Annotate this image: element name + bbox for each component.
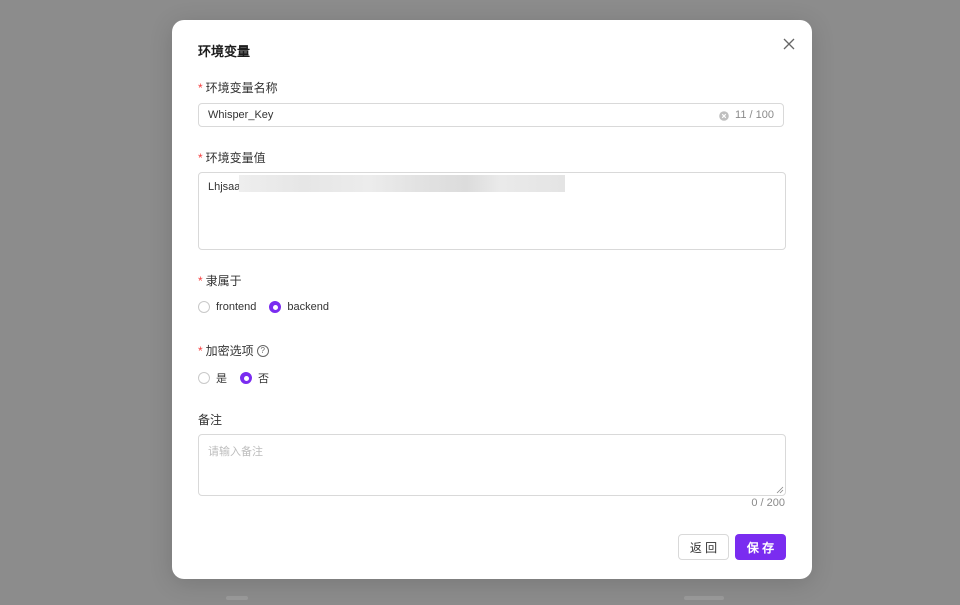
note-label: 备注 [198,413,223,427]
radio-no-label: 否 [258,373,269,385]
belongs-to-label: * 隶属于 [198,272,242,289]
radio-circle [198,372,210,384]
background-text-fragment [684,596,724,600]
name-field-label: * 环境变量名称 [198,79,278,96]
radio-backend[interactable]: backend [269,301,329,313]
required-asterisk: * [198,274,203,288]
note-char-counter: 0 / 200 [751,497,785,509]
radio-yes-label: 是 [216,373,227,385]
close-button[interactable] [779,34,799,54]
encrypt-radio-group: 是 否 [198,370,282,386]
radio-no[interactable]: 否 [240,370,269,386]
clear-icon[interactable] [719,111,729,121]
radio-circle [198,301,210,313]
value-field-label: * 环境变量值 [198,149,266,166]
radio-backend-label: backend [287,301,329,313]
encrypt-label-text: 加密选项 [205,344,254,358]
radio-frontend[interactable]: frontend [198,301,256,313]
encrypt-label: * 加密选项? [198,342,269,359]
belongs-to-radio-group: frontend backend [198,301,342,313]
radio-circle-selected [269,301,282,313]
question-circle-icon[interactable]: ? [256,344,269,357]
required-asterisk: * [198,344,203,358]
required-asterisk: * [198,81,203,95]
close-icon [783,38,795,50]
radio-circle-selected [240,372,252,384]
env-variable-dialog: 环境变量 * 环境变量名称 Whisper_Key 11 / 100 * 环境变量值… [172,20,812,579]
dialog-title: 环境变量 [198,44,251,59]
radio-frontend-label: frontend [216,301,257,313]
save-button[interactable]: 保 存 [735,534,786,560]
redacted-value-blur [239,175,565,192]
value-field-label-text: 环境变量值 [205,151,266,165]
back-button[interactable]: 返 回 [678,534,729,560]
belongs-to-label-text: 隶属于 [205,274,242,288]
resize-handle-icon[interactable] [776,486,784,494]
note-placeholder: 请输入备注 [208,446,263,458]
name-field-label-text: 环境变量名称 [205,81,278,95]
required-asterisk: * [198,151,203,165]
background-text-fragment [226,596,248,600]
value-textarea[interactable]: Lhjsaal [198,172,786,250]
note-textarea[interactable]: 请输入备注 [198,434,786,496]
name-input-value: Whisper_Key [208,109,274,121]
value-textarea-value: Lhjsaal [208,181,243,193]
radio-yes[interactable]: 是 [198,370,227,386]
name-char-counter: 11 / 100 [735,109,774,121]
name-input[interactable]: Whisper_Key 11 / 100 [198,103,784,127]
